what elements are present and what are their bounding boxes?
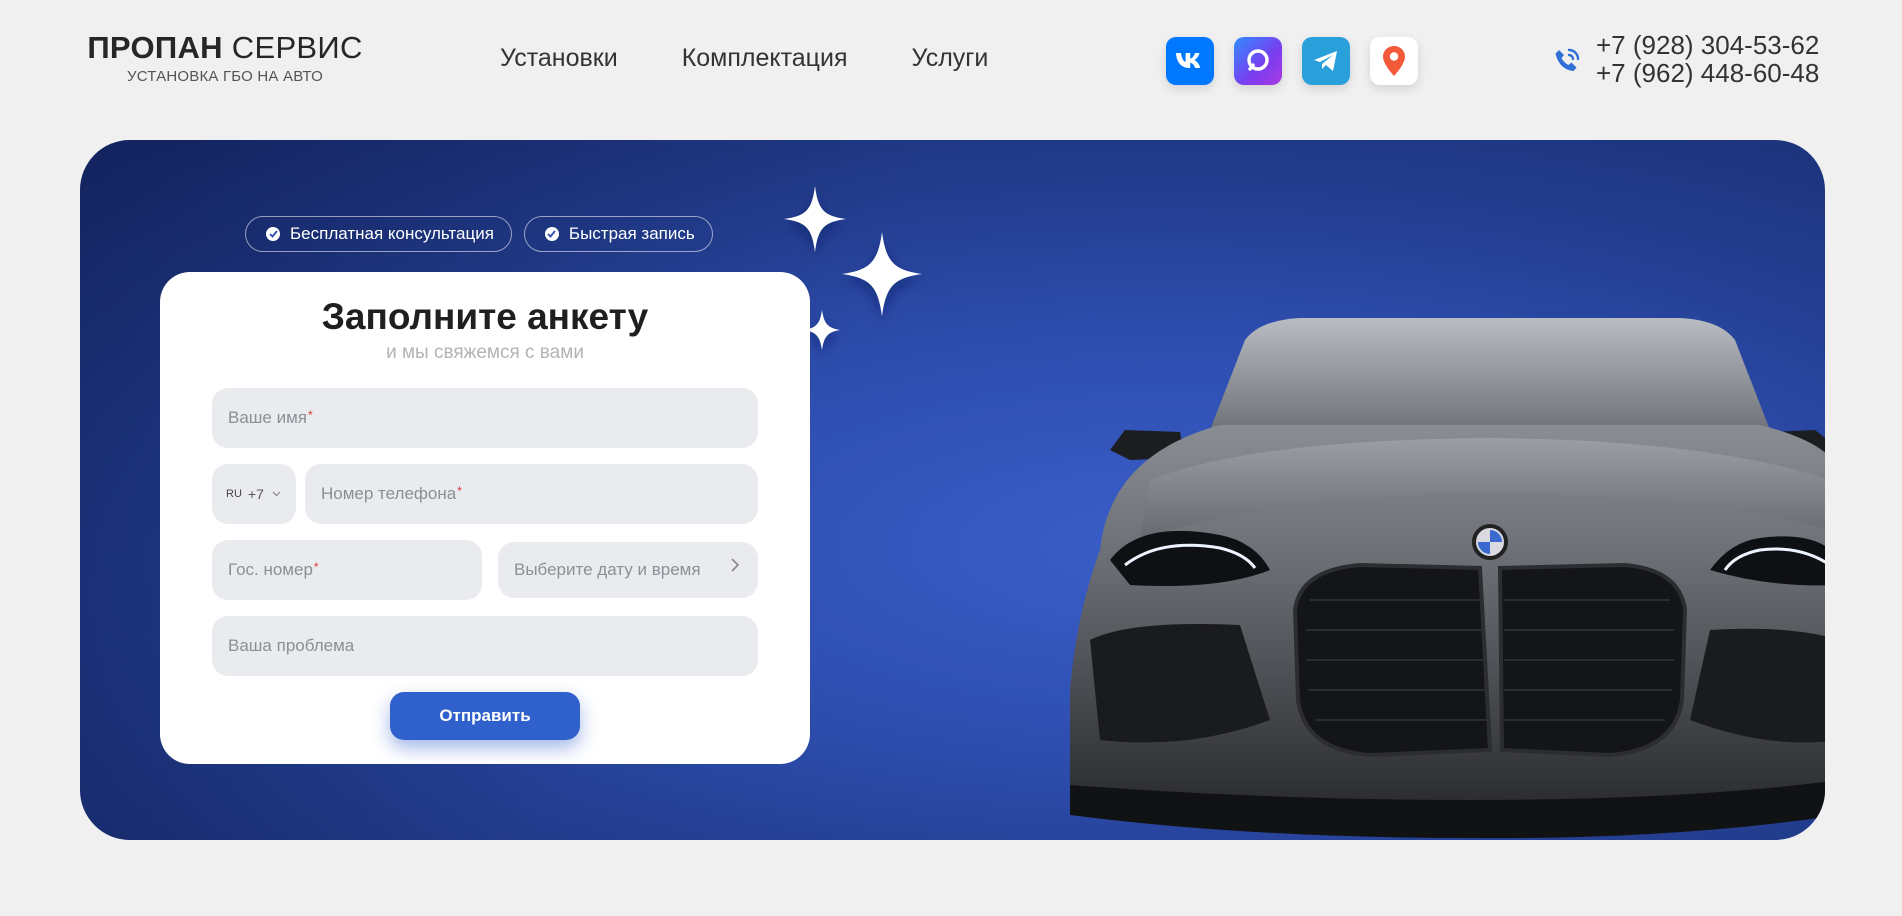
main-nav: Установки Комплектация Услуги bbox=[500, 44, 988, 73]
check-icon bbox=[544, 227, 559, 241]
plate-number-field[interactable]: Гос. номер * bbox=[212, 540, 482, 600]
country-code: RU bbox=[226, 488, 242, 500]
phone-field[interactable]: Номер телефона * bbox=[305, 464, 758, 524]
form-subtitle: и мы свяжемся с вами bbox=[386, 342, 584, 363]
map-pin-icon[interactable] bbox=[1370, 37, 1418, 85]
phone-number-2[interactable]: +7 (962) 448-60-48 bbox=[1596, 59, 1819, 87]
required-mark: * bbox=[313, 560, 319, 574]
problem-field[interactable]: Ваша проблема bbox=[212, 616, 758, 676]
telegram-icon[interactable] bbox=[1302, 37, 1350, 85]
nav-item-installations[interactable]: Установки bbox=[500, 44, 618, 73]
country-code-select[interactable]: RU +7 bbox=[212, 464, 296, 524]
required-mark: * bbox=[457, 484, 462, 498]
badge-label: Бесплатная консультация bbox=[290, 224, 494, 243]
phone-list: +7 (928) 304-53-62 +7 (962) 448-60-48 bbox=[1596, 31, 1819, 87]
dial-code: +7 bbox=[247, 486, 264, 502]
chevron-right-icon bbox=[731, 558, 740, 572]
name-placeholder: Ваше имя bbox=[228, 408, 307, 427]
plate-placeholder: Гос. номер bbox=[228, 560, 313, 579]
max-messenger-icon[interactable] bbox=[1234, 37, 1282, 85]
datetime-placeholder: Выберите дату и время bbox=[514, 560, 701, 579]
name-field[interactable]: Ваше имя * bbox=[212, 388, 758, 448]
badge-free-consultation: Бесплатная консультация bbox=[245, 216, 512, 252]
phone-placeholder: Номер телефона bbox=[321, 484, 457, 503]
required-mark: * bbox=[308, 408, 313, 422]
problem-placeholder: Ваша проблема bbox=[228, 636, 355, 655]
logo-brand-bold: ПРОПАН bbox=[87, 30, 223, 65]
benefit-badges: Бесплатная консультация Быстрая запись bbox=[245, 216, 713, 252]
logo[interactable]: ПРОПАН СЕРВИС УСТАНОВКА ГБО НА АВТО bbox=[80, 30, 370, 85]
badge-fast-booking: Быстрая запись bbox=[523, 216, 713, 252]
phone-number-1[interactable]: +7 (928) 304-53-62 bbox=[1596, 31, 1819, 59]
chevron-down-icon bbox=[272, 491, 281, 497]
vk-icon[interactable] bbox=[1166, 37, 1214, 85]
logo-title: ПРОПАН СЕРВИС bbox=[80, 30, 370, 66]
check-icon bbox=[266, 227, 280, 241]
submit-button[interactable]: Отправить bbox=[390, 692, 580, 740]
social-links bbox=[1166, 37, 1418, 85]
form-title: Заполните анкету bbox=[321, 296, 649, 337]
hero-banner: Бесплатная консультация Быстрая запись З… bbox=[80, 140, 1825, 840]
nav-item-equipment[interactable]: Комплектация bbox=[682, 44, 848, 73]
phone-icon bbox=[1555, 48, 1580, 71]
logo-subtitle: УСТАНОВКА ГБО НА АВТО bbox=[127, 68, 323, 85]
site-header: ПРОПАН СЕРВИС УСТАНОВКА ГБО НА АВТО Уста… bbox=[0, 0, 1902, 120]
datetime-picker[interactable]: Выберите дату и время bbox=[498, 542, 758, 598]
badge-label: Быстрая запись bbox=[568, 224, 695, 243]
car-image bbox=[1070, 318, 1825, 839]
request-form: Заполните анкету и мы свяжемся с вами Ва… bbox=[160, 272, 810, 764]
nav-item-services[interactable]: Услуги bbox=[911, 44, 988, 73]
logo-brand-regular: СЕРВИС bbox=[231, 30, 363, 65]
